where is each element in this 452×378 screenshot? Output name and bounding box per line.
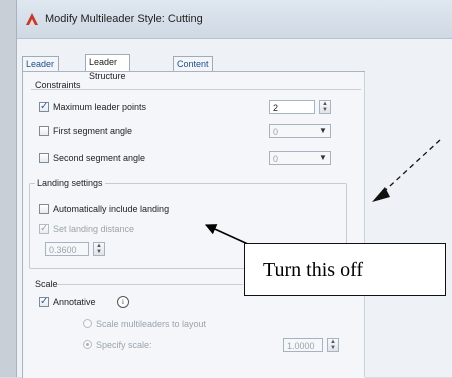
second-segment-angle-row: Second segment angle 0 ▼ <box>39 151 349 165</box>
dialog-title: Modify Multileader Style: Cutting <box>45 13 203 25</box>
landing-distance-spinner[interactable]: ▲ ▼ <box>93 242 105 256</box>
chevron-down-icon[interactable]: ▼ <box>317 125 329 137</box>
annotative-row: Annotative i <box>39 295 239 309</box>
set-landing-distance-row: Set landing distance <box>39 222 289 236</box>
autocad-app-icon <box>26 13 38 25</box>
second-segment-angle-checkbox[interactable] <box>39 153 49 163</box>
scale-to-layout-radio[interactable] <box>83 319 92 328</box>
tab-leader-format[interactable]: Leader Format <box>22 56 59 83</box>
specify-scale-row: Specify scale: 1.0000 ▲ ▼ <box>83 338 353 352</box>
max-leader-points-input[interactable]: 2 <box>269 100 315 114</box>
chevron-down-icon[interactable]: ▼ <box>317 152 329 164</box>
specify-scale-spinner[interactable]: ▲ ▼ <box>327 338 339 352</box>
landing-distance-input[interactable]: 0.3600 <box>45 242 89 256</box>
first-segment-angle-checkbox[interactable] <box>39 126 49 136</box>
first-segment-angle-row: First segment angle 0 ▼ <box>39 124 349 138</box>
tab-leader-structure[interactable]: Leader Structure <box>85 54 130 81</box>
landing-settings-group-title: Landing settings <box>35 178 105 188</box>
dialog-titlebar[interactable]: Modify Multileader Style: Cutting <box>17 0 452 39</box>
max-leader-points-spinner[interactable]: ▲ ▼ <box>319 100 331 114</box>
max-leader-points-row: Maximum leader points 2 ▲▼ <box>39 100 349 114</box>
auto-include-landing-label: Automatically include landing <box>53 204 170 214</box>
landing-distance-row: 0.3600 ▲ ▼ <box>45 242 165 256</box>
set-landing-distance-checkbox[interactable] <box>39 222 49 236</box>
background-window-edge <box>0 0 17 377</box>
info-icon[interactable]: i <box>117 296 129 308</box>
leader-structure-panel: Constraints Maximum leader points 2 ▲▼ F… <box>22 71 365 378</box>
specify-scale-label: Specify scale: <box>96 340 152 350</box>
first-segment-angle-label: First segment angle <box>53 126 133 136</box>
auto-include-landing-checkbox[interactable] <box>39 204 49 214</box>
constraints-divider <box>31 89 361 90</box>
annotative-checkbox[interactable] <box>39 295 49 309</box>
annotative-label: Annotative <box>53 297 96 307</box>
second-segment-angle-label: Second segment angle <box>53 153 146 163</box>
annotation-callout: Turn this off <box>244 243 446 296</box>
max-leader-points-checkbox[interactable] <box>39 100 49 114</box>
scale-to-layout-row: Scale multileaders to layout <box>83 317 283 331</box>
tab-content[interactable]: Content <box>173 56 213 71</box>
scale-group-title: Scale <box>35 279 58 289</box>
max-leader-points-label: Maximum leader points <box>53 102 147 112</box>
scale-to-layout-label: Scale multileaders to layout <box>96 319 207 329</box>
scale-divider <box>57 284 243 285</box>
set-landing-distance-label: Set landing distance <box>53 224 135 234</box>
auto-include-landing-row: Automatically include landing <box>39 202 289 216</box>
specify-scale-input[interactable]: 1.0000 <box>283 338 323 352</box>
preview-pane-divider <box>364 72 365 377</box>
specify-scale-radio[interactable] <box>83 340 92 349</box>
